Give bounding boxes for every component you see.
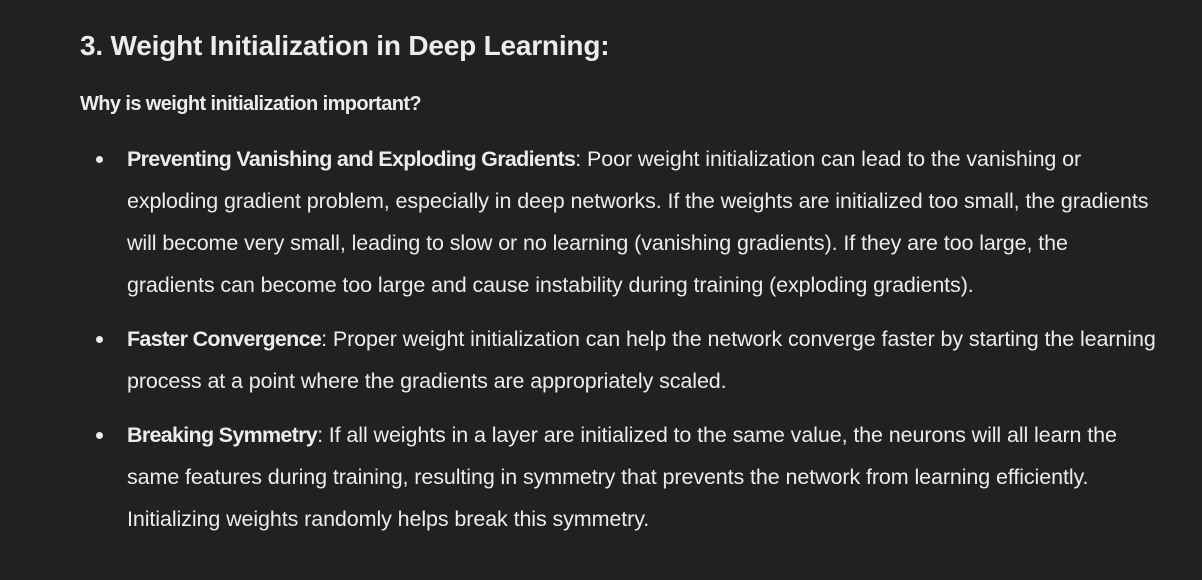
bullet-icon <box>96 156 103 163</box>
list-item: Faster Convergence: Proper weight initia… <box>80 318 1160 402</box>
bullet-list: Preventing Vanishing and Exploding Gradi… <box>80 138 1160 552</box>
item-title: Preventing Vanishing and Exploding Gradi… <box>127 147 576 171</box>
bullet-icon <box>96 432 103 439</box>
list-item: Breaking Symmetry: If all weights in a l… <box>80 414 1160 540</box>
bullet-icon <box>96 336 103 343</box>
list-item: Preventing Vanishing and Exploding Gradi… <box>80 138 1160 306</box>
section-heading: 3. Weight Initialization in Deep Learnin… <box>80 30 610 61</box>
item-title: Breaking Symmetry <box>127 423 318 447</box>
item-title: Faster Convergence <box>127 327 322 351</box>
subheading: Why is weight initialization important? <box>80 93 422 115</box>
